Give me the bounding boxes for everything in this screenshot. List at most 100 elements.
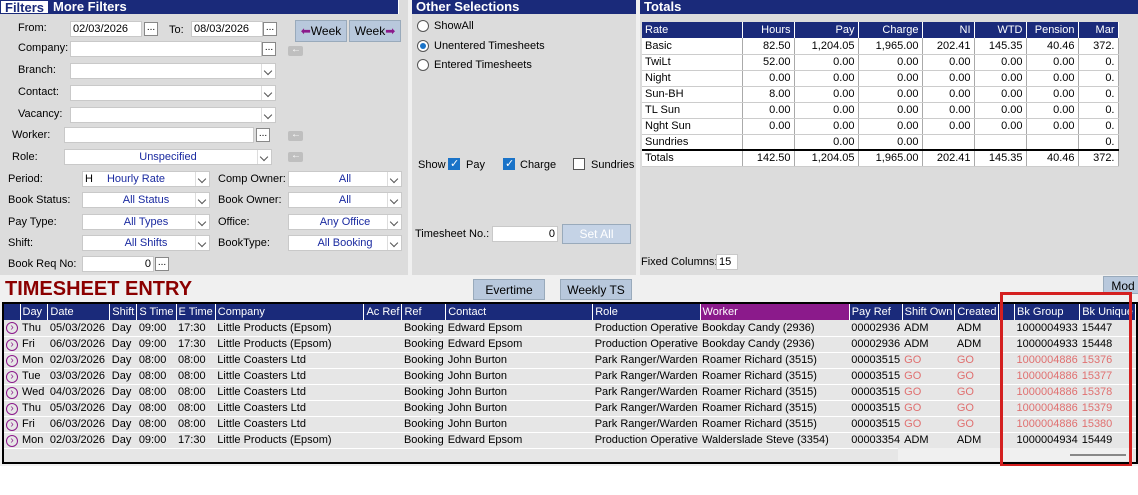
chevron-right-icon[interactable]: › xyxy=(6,418,18,431)
grid-col-header[interactable]: Role xyxy=(592,304,701,320)
table-row[interactable]: › Thu 05/03/2026 Day 08:00 08:00 Little Coaste… xyxy=(4,400,1136,417)
table-row[interactable]: › Thu 05/03/2026 Day 09:00 17:30 Little Produc… xyxy=(4,320,1136,337)
book-req-field[interactable]: 0 xyxy=(82,256,154,272)
table-row[interactable]: › Fri 06/03/2026 Day 08:00 08:00 Little Coaste… xyxy=(4,416,1136,433)
comp-owner-select[interactable]: All xyxy=(288,171,402,187)
table-row[interactable]: › Mon 02/03/2026 Day 08:00 08:00 Little Coaste… xyxy=(4,352,1136,369)
company-lookup-button[interactable]: ... xyxy=(262,42,276,56)
table-row[interactable]: › Mon 02/03/2026 Day 09:00 17:30 Little Produc… xyxy=(4,432,1136,449)
grid-col-header[interactable]: Company xyxy=(215,304,365,320)
row-expand-cell[interactable]: › xyxy=(4,368,20,385)
grid-col-header[interactable]: Ac Ref xyxy=(363,304,403,320)
totals-row: Nght Sun 0.00 0.00 0.00 0.00 0.00 0.00 0. xyxy=(642,118,1119,135)
totals-cell: 0.00 xyxy=(858,134,923,151)
unentered-radio[interactable] xyxy=(417,40,429,52)
grid-col-header[interactable]: Day xyxy=(20,304,49,320)
grid-col-header[interactable]: Pay Ref xyxy=(849,304,903,320)
row-expand-cell[interactable]: › xyxy=(4,400,20,417)
charge-checkbox[interactable] xyxy=(503,157,515,170)
table-cell xyxy=(363,384,402,401)
tab-filters[interactable]: Filters xyxy=(0,0,50,15)
chevron-right-icon[interactable]: › xyxy=(6,338,18,351)
evertime-button[interactable]: Evertime xyxy=(473,279,545,300)
table-cell: Roamer Richard (3515) xyxy=(700,416,850,433)
company-back-icon[interactable] xyxy=(288,44,303,56)
totals-total-cell: 1,965.00 xyxy=(858,149,923,167)
row-expand-cell[interactable]: › xyxy=(4,432,20,449)
week-prev-button[interactable]: ⬅Week xyxy=(295,20,347,42)
book-owner-select[interactable]: All xyxy=(288,192,402,208)
branch-select[interactable] xyxy=(70,63,276,79)
row-expand-cell[interactable]: › xyxy=(4,336,20,353)
grid-col-header[interactable]: E Time xyxy=(176,304,216,320)
entered-radio[interactable] xyxy=(417,59,429,71)
pay-type-select[interactable]: All Types xyxy=(82,214,210,230)
from-date-field[interactable]: 02/03/2026 xyxy=(70,21,142,37)
totals-cell: 8.00 xyxy=(742,86,795,103)
table-cell: Bookday Candy (2936) xyxy=(700,336,850,353)
from-date-value: 02/03/2026 xyxy=(73,23,129,35)
contact-select[interactable] xyxy=(70,85,276,101)
from-date-picker-button[interactable]: ... xyxy=(144,22,158,36)
fixed-columns-field[interactable]: 15 xyxy=(716,254,738,270)
chevron-right-icon[interactable]: › xyxy=(6,322,18,335)
period-select[interactable]: H Hourly Rate xyxy=(82,171,210,187)
pay-checkbox[interactable] xyxy=(448,157,460,170)
grid-col-header[interactable] xyxy=(4,304,21,320)
chevron-down-icon xyxy=(387,215,401,229)
worker-field[interactable] xyxy=(64,127,254,143)
shift-select[interactable]: All Shifts xyxy=(82,235,210,251)
table-row[interactable]: › Tue 03/03/2026 Day 08:00 08:00 Little Coaste… xyxy=(4,368,1136,385)
role-back-icon[interactable] xyxy=(288,150,303,162)
book-req-lookup-button[interactable]: ... xyxy=(155,257,169,271)
grid-col-header[interactable]: Ref xyxy=(401,304,447,320)
grid-col-header[interactable]: Shift Own xyxy=(902,304,956,320)
weekly-ts-button[interactable]: Weekly TS xyxy=(560,279,632,300)
week-next-button[interactable]: Week➡ xyxy=(349,20,401,42)
vacancy-select[interactable] xyxy=(70,107,276,123)
grid-col-header[interactable]: Shift xyxy=(109,304,138,320)
grid-col-header[interactable]: S Time xyxy=(136,304,177,320)
table-cell: Little Coasters Ltd xyxy=(215,384,364,401)
table-cell xyxy=(363,320,402,337)
table-cell: 03/03/2026 xyxy=(47,368,110,385)
book-req-label: Book Req No: xyxy=(8,258,77,270)
table-row[interactable]: › Wed 04/03/2026 Day 08:00 08:00 Little Coaste… xyxy=(4,384,1136,401)
totals-col-header: Charge xyxy=(858,22,923,38)
grid-col-header[interactable]: Worker xyxy=(700,304,850,320)
grid-col-header[interactable]: Date xyxy=(47,304,111,320)
to-date-field[interactable]: 08/03/2026 xyxy=(191,21,263,37)
timesheet-grid: Day Date Shift S Time E Time Company Ac Ref Ref… xyxy=(2,302,1138,464)
chevron-right-icon[interactable]: › xyxy=(6,434,18,447)
row-expand-cell[interactable]: › xyxy=(4,352,20,369)
role-select[interactable]: Unspecified xyxy=(64,149,272,165)
chevron-right-icon[interactable]: › xyxy=(6,386,18,399)
book-type-select[interactable]: All Booking xyxy=(288,235,402,251)
row-expand-cell[interactable]: › xyxy=(4,320,20,337)
worker-back-icon[interactable] xyxy=(288,129,303,141)
tab-more-filters[interactable]: More Filters xyxy=(49,0,400,14)
table-row[interactable]: › Fri 06/03/2026 Day 09:00 17:30 Little Produc… xyxy=(4,336,1136,353)
table-cell: GO xyxy=(902,368,955,385)
sundries-checkbox[interactable] xyxy=(573,158,585,170)
table-cell: Fri xyxy=(20,336,48,353)
company-field[interactable] xyxy=(70,41,262,57)
chevron-right-icon[interactable]: › xyxy=(6,370,18,383)
timesheet-no-field[interactable]: 0 xyxy=(492,226,558,242)
chevron-right-icon[interactable]: › xyxy=(6,354,18,367)
grid-col-header[interactable]: Created xyxy=(954,304,1000,320)
book-status-select[interactable]: All Status xyxy=(82,192,210,208)
show-label: Show xyxy=(418,159,446,171)
table-cell: 08:00 xyxy=(176,384,216,401)
worker-lookup-button[interactable]: ... xyxy=(256,128,270,142)
grid-col-header[interactable]: Contact xyxy=(445,304,594,320)
table-cell: Roamer Richard (3515) xyxy=(700,384,850,401)
to-date-picker-button[interactable]: ... xyxy=(263,22,277,36)
show-all-radio[interactable] xyxy=(417,20,429,32)
office-select[interactable]: Any Office xyxy=(288,214,402,230)
set-all-button[interactable]: Set All xyxy=(562,224,631,244)
row-expand-cell[interactable]: › xyxy=(4,384,20,401)
row-expand-cell[interactable]: › xyxy=(4,416,20,433)
table-cell: Wed xyxy=(20,384,48,401)
chevron-right-icon[interactable]: › xyxy=(6,402,18,415)
